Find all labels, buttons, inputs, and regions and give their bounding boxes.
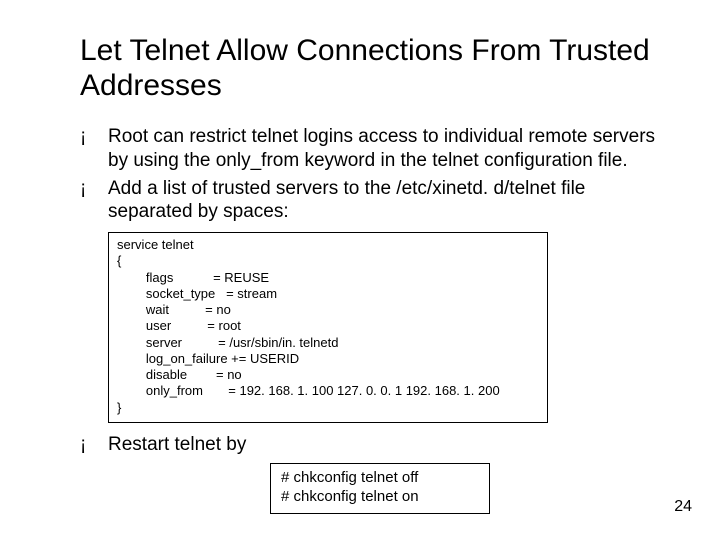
code-block-commands: # chkconfig telnet off # chkconfig telne… bbox=[270, 463, 490, 514]
slide: Let Telnet Allow Connections From Truste… bbox=[0, 0, 720, 540]
bullet-item: Root can restrict telnet logins access t… bbox=[80, 125, 660, 173]
bullet-text: Add a list of trusted servers to the /et… bbox=[108, 178, 585, 223]
bullet-item: Add a list of trusted servers to the /et… bbox=[80, 177, 660, 225]
bullet-text: Root can restrict telnet logins access t… bbox=[108, 126, 655, 171]
slide-title: Let Telnet Allow Connections From Truste… bbox=[80, 34, 660, 103]
bullet-list: Root can restrict telnet logins access t… bbox=[80, 125, 660, 224]
bullet-list-2: Restart telnet by bbox=[80, 433, 660, 457]
page-number: 24 bbox=[674, 498, 692, 516]
bullet-text: Restart telnet by bbox=[108, 434, 246, 455]
code-block-config: service telnet { flags = REUSE socket_ty… bbox=[108, 232, 548, 423]
bullet-item: Restart telnet by bbox=[80, 433, 660, 457]
